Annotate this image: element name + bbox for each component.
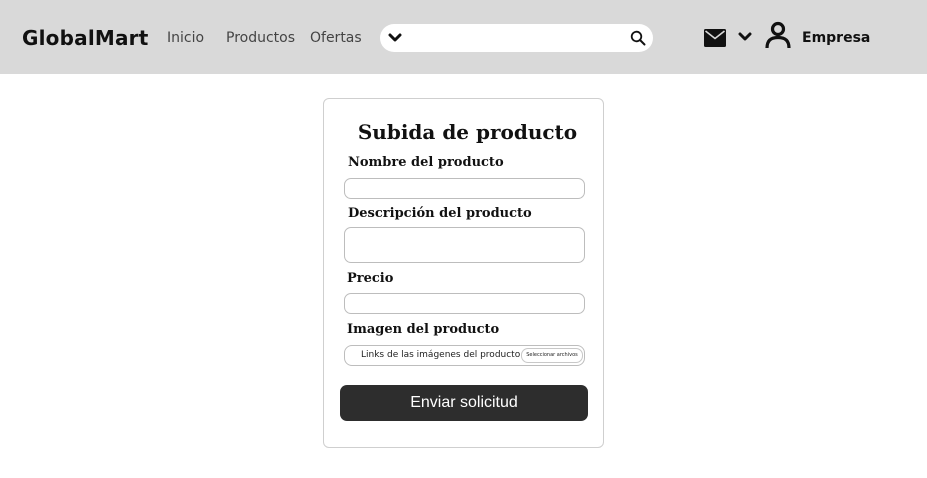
product-name-input[interactable] xyxy=(344,178,585,199)
form-title: Subida de producto xyxy=(357,120,578,144)
user-icon[interactable] xyxy=(764,21,792,49)
product-image-field[interactable]: Links de las imágenes del producto Selec… xyxy=(344,345,585,366)
search-bar xyxy=(380,24,653,52)
user-account-label[interactable]: Empresa xyxy=(802,30,870,46)
chevron-down-icon[interactable] xyxy=(388,31,402,45)
search-input[interactable] xyxy=(410,28,620,48)
nav-link-inicio[interactable]: Inicio xyxy=(167,30,204,46)
search-icon[interactable] xyxy=(630,30,646,46)
nav-link-ofertas[interactable]: Ofertas xyxy=(310,30,362,46)
image-links-placeholder[interactable]: Links de las imágenes del producto xyxy=(361,350,520,360)
product-description-label: Descripción del producto xyxy=(348,206,532,221)
top-navbar: GlobalMart Inicio Productos Ofertas Empr… xyxy=(0,0,927,74)
brand-logo[interactable]: GlobalMart xyxy=(22,26,149,50)
product-image-label: Imagen del producto xyxy=(347,322,500,337)
price-input[interactable] xyxy=(344,293,585,314)
chevron-down-icon[interactable] xyxy=(738,30,752,44)
mail-icon[interactable] xyxy=(704,29,726,47)
select-files-button[interactable]: Seleccionar archivos xyxy=(521,348,583,363)
product-description-input[interactable] xyxy=(344,227,585,263)
nav-link-productos[interactable]: Productos xyxy=(226,30,295,46)
product-upload-form: Subida de producto Nombre del producto D… xyxy=(323,98,604,448)
product-name-label: Nombre del producto xyxy=(348,155,504,170)
price-label: Precio xyxy=(347,271,394,286)
submit-request-button[interactable]: Enviar solicitud xyxy=(340,385,588,421)
